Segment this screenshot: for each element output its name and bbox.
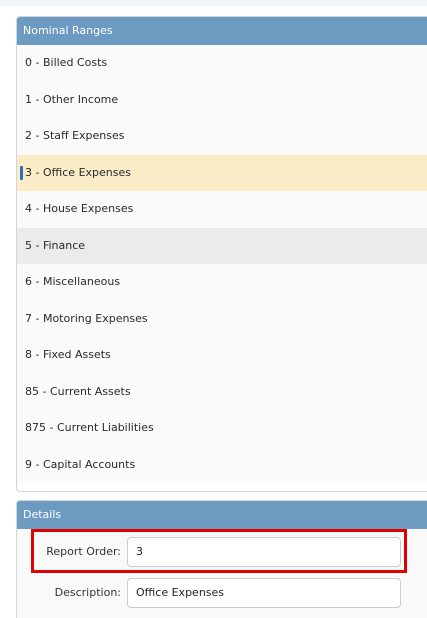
- range-item-hovered[interactable]: 5 - Finance: [17, 227, 427, 264]
- window-top-strip: [0, 0, 427, 6]
- range-item[interactable]: 4 - House Expenses: [17, 191, 427, 228]
- nominal-ranges-panel: Nominal Ranges 0 - Billed Costs 1 - Othe…: [16, 16, 427, 492]
- report-order-input[interactable]: 3: [127, 537, 401, 567]
- range-item[interactable]: 0 - Billed Costs: [17, 45, 427, 82]
- range-item[interactable]: 875 - Current Liabilities: [17, 410, 427, 447]
- range-item[interactable]: 1 - Other Income: [17, 82, 427, 119]
- description-row: Description: Office Expenses: [17, 578, 427, 608]
- report-order-row: Report Order: 3: [17, 537, 427, 567]
- range-item[interactable]: 85 - Current Assets: [17, 374, 427, 411]
- range-item[interactable]: 6 - Miscellaneous: [17, 264, 427, 301]
- details-panel: Details Report Order: 3 Description: Off…: [16, 500, 427, 618]
- range-item[interactable]: 8 - Fixed Assets: [17, 337, 427, 374]
- range-item[interactable]: 9 - Capital Accounts: [17, 447, 427, 484]
- details-header: Details: [17, 501, 427, 529]
- report-order-label: Report Order:: [46, 545, 121, 558]
- range-item[interactable]: 7 - Motoring Expenses: [17, 301, 427, 338]
- range-item-selected[interactable]: 3 - Office Expenses: [17, 154, 427, 191]
- nominal-ranges-list: 0 - Billed Costs 1 - Other Income 2 - St…: [17, 45, 427, 483]
- description-label: Description:: [54, 586, 121, 599]
- nominal-ranges-header: Nominal Ranges: [17, 17, 427, 45]
- description-input[interactable]: Office Expenses: [127, 578, 401, 608]
- range-item[interactable]: 2 - Staff Expenses: [17, 118, 427, 155]
